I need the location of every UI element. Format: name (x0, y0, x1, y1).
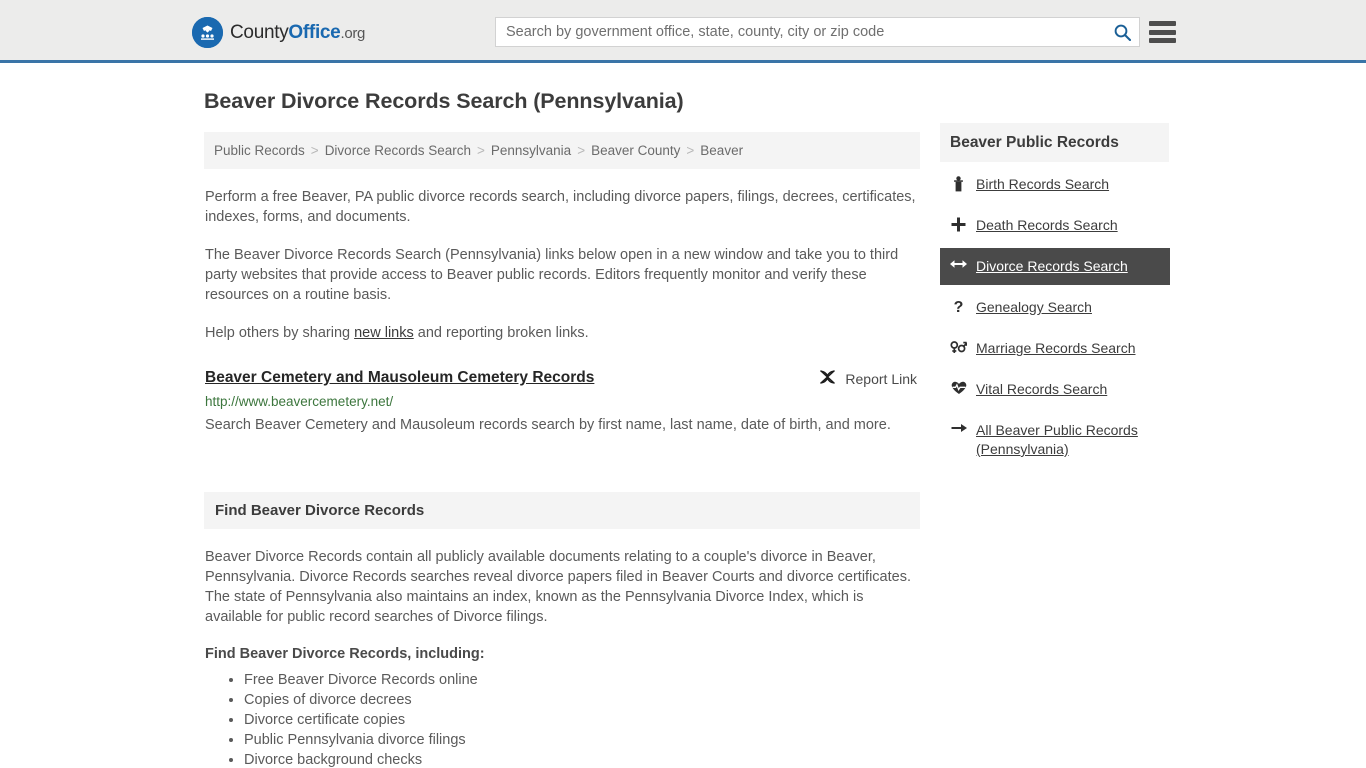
share-text-before: Help others by sharing (205, 325, 355, 341)
sidebar-item-birth-records[interactable]: Birth Records Search (940, 166, 1170, 203)
main-content: Beaver Divorce Records Search (Pennsylva… (204, 89, 920, 768)
heartbeat-icon (950, 380, 967, 395)
logo-org-text: .org (340, 24, 366, 42)
question-mark-icon: ? (953, 299, 964, 316)
sidebar-item-label: Divorce Records Search (976, 258, 1128, 274)
intro-paragraph-2: The Beaver Divorce Records Search (Penns… (205, 247, 899, 303)
list-item: Free Beaver Divorce Records online (244, 670, 920, 690)
breadcrumb-separator: > (477, 143, 485, 158)
breadcrumb-separator: > (686, 143, 695, 158)
logo-office-text: Office (288, 21, 341, 43)
sidebar-item-label: Vital Records Search (976, 381, 1108, 397)
breadcrumb-item-0[interactable]: Public Records (214, 143, 305, 158)
report-link-button[interactable]: Report Link (819, 369, 917, 388)
sidebar-item-label: All Beaver Public Records (Pennsylvania) (976, 422, 1138, 457)
baby-icon (950, 175, 967, 192)
list-item: Divorce background checks (244, 750, 920, 768)
broken-link-icon (819, 369, 836, 388)
list-item: Copies of divorce decrees (244, 690, 920, 710)
sidebar: Beaver Public Records Birth Records Sear… (940, 123, 1170, 468)
sidebar-item-label: Death Records Search (976, 217, 1118, 233)
breadcrumb-item-1[interactable]: Divorce Records Search (325, 143, 471, 158)
eagle-seal-icon (192, 17, 223, 48)
breadcrumb-item-4[interactable]: Beaver (700, 143, 743, 158)
sidebar-item-label: Marriage Records Search (976, 340, 1136, 356)
site-logo[interactable]: CountyOffice.org (192, 17, 365, 48)
sidebar-heading-bar: Beaver Public Records (940, 123, 1169, 162)
breadcrumb-separator: > (310, 143, 319, 158)
arrow-right-icon (950, 421, 967, 434)
search-icon[interactable] (1105, 18, 1139, 46)
menu-bar-1 (1149, 21, 1176, 26)
sidebar-item-label: Birth Records Search (976, 176, 1110, 192)
venus-mars-icon (950, 339, 967, 354)
cross-icon (950, 216, 967, 232)
result-url[interactable]: http://www.beavercemetery.net/ (205, 393, 920, 411)
page-title: Beaver Divorce Records Search (Pennsylva… (204, 89, 684, 113)
sidebar-item-genealogy[interactable]: ? Genealogy Search (940, 289, 1170, 326)
sidebar-item-all-public-records[interactable]: All Beaver Public Records (Pennsylvania) (940, 412, 1170, 468)
sidebar-item-death-records[interactable]: Death Records Search (940, 207, 1170, 244)
sidebar-item-vital-records[interactable]: Vital Records Search (940, 371, 1170, 408)
search-input[interactable] (496, 18, 1105, 46)
intro-paragraph-3: Help others by sharing new links and rep… (205, 323, 920, 343)
breadcrumb-item-3[interactable]: Beaver County (591, 143, 680, 158)
left-right-arrow-icon (950, 257, 967, 270)
intro-paragraph-1: Perform a free Beaver, PA public divorce… (205, 189, 916, 225)
search-bar[interactable] (495, 17, 1140, 47)
sidebar-item-divorce-records[interactable]: Divorce Records Search (940, 248, 1170, 285)
share-text-after: and reporting broken links. (413, 325, 589, 341)
breadcrumb-separator: > (577, 143, 586, 158)
result-item: Beaver Cemetery and Mausoleum Cemetery R… (204, 368, 920, 436)
result-title-link[interactable]: Beaver Cemetery and Mausoleum Cemetery R… (205, 368, 594, 388)
list-item: Divorce certificate copies (244, 710, 920, 730)
menu-bar-2 (1149, 29, 1176, 35)
section-body-paragraph: Beaver Divorce Records contain all publi… (205, 549, 911, 625)
result-description: Search Beaver Cemetery and Mausoleum rec… (205, 417, 891, 433)
report-link-label: Report Link (845, 370, 917, 387)
breadcrumb-item-2[interactable]: Pennsylvania (491, 143, 571, 158)
logo-county-text: County (230, 21, 289, 43)
site-header: CountyOffice.org (0, 0, 1366, 63)
menu-bar-3 (1149, 38, 1176, 43)
section-heading: Find Beaver Divorce Records (215, 502, 425, 519)
find-records-section-header: Find Beaver Divorce Records (204, 492, 920, 529)
sidebar-item-label: Genealogy Search (976, 299, 1092, 315)
sidebar-heading: Beaver Public Records (950, 133, 1119, 151)
result-header-row: Beaver Cemetery and Mausoleum Cemetery R… (205, 368, 920, 388)
list-item: Public Pennsylvania divorce filings (244, 730, 920, 750)
hamburger-menu-icon[interactable] (1149, 19, 1176, 45)
breadcrumb: Public Records > Divorce Records Search … (204, 132, 920, 169)
logo-wordmark: CountyOffice.org (230, 22, 365, 44)
records-list: Free Beaver Divorce Records online Copie… (204, 670, 920, 768)
sidebar-item-marriage-records[interactable]: Marriage Records Search (940, 330, 1170, 367)
section-list-heading: Find Beaver Divorce Records, including: (205, 646, 485, 662)
new-links-link[interactable]: new links (354, 325, 414, 341)
